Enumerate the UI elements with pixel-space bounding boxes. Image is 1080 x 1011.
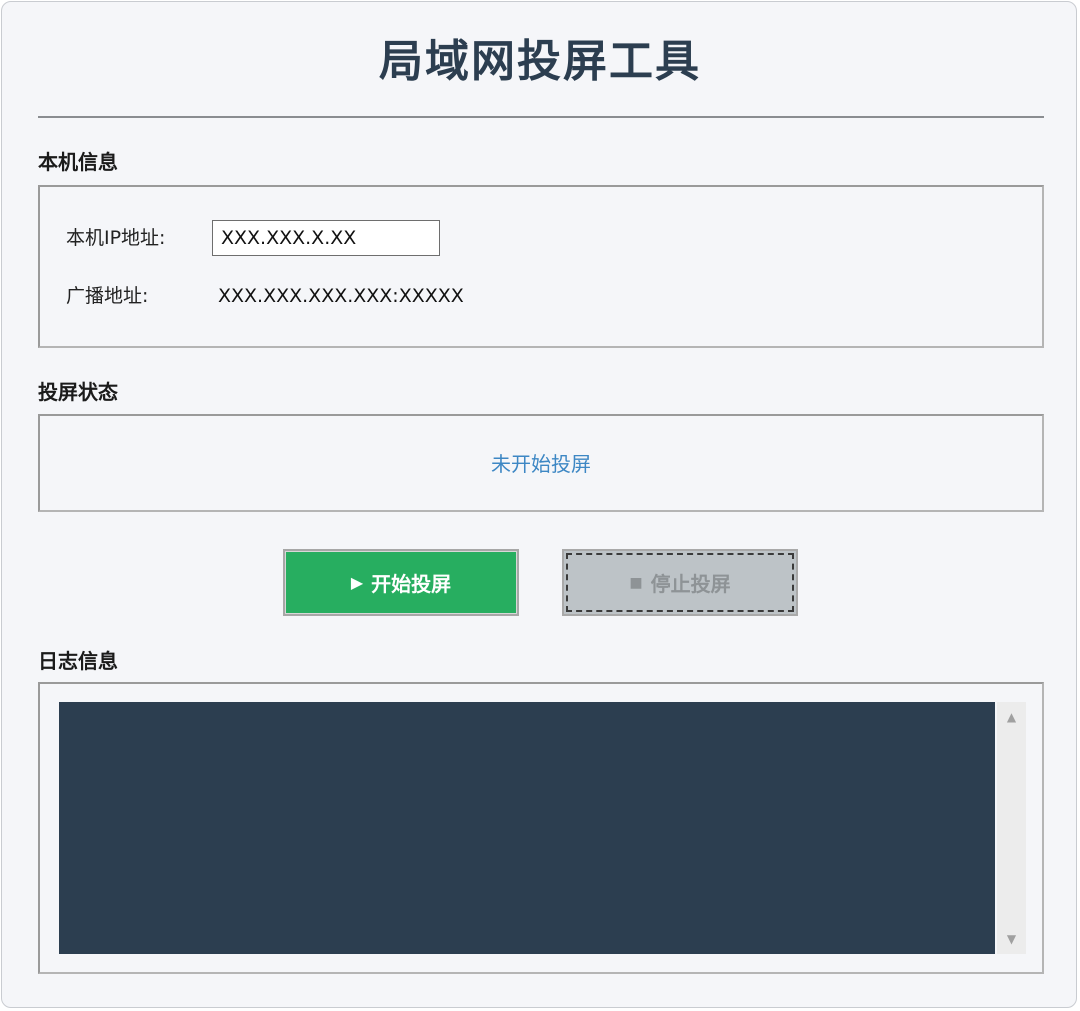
- ip-label: 本机IP地址:: [66, 227, 166, 249]
- scroll-down-arrow-icon[interactable]: ▼: [997, 928, 1026, 950]
- log-scrollbar[interactable]: ▲ ▼: [997, 702, 1026, 954]
- log-textarea[interactable]: [59, 702, 995, 954]
- broadcast-address-value: XXX.XXX.XXX.XXX:XXXXX: [218, 285, 464, 307]
- broadcast-label: 广播地址:: [66, 285, 149, 307]
- log-group: ▲ ▼: [38, 682, 1044, 974]
- start-cast-label: 开始投屏: [371, 572, 452, 596]
- scroll-up-arrow-icon[interactable]: ▲: [997, 706, 1026, 728]
- play-icon: ▶: [350, 573, 364, 592]
- cast-status-group: 未开始投屏: [38, 414, 1044, 512]
- local-info-group: 本机IP地址: 广播地址: XXX.XXX.XXX.XXX:XXXXX: [38, 185, 1044, 348]
- cast-status-label: 投屏状态: [38, 380, 118, 404]
- local-info-label: 本机信息: [38, 150, 118, 174]
- start-cast-button[interactable]: ▶ 开始投屏: [283, 549, 519, 616]
- status-text: 未开始投屏: [491, 452, 591, 476]
- stop-icon: ■: [629, 574, 643, 591]
- page-title: 局域网投屏工具: [379, 36, 701, 87]
- log-label: 日志信息: [38, 649, 118, 673]
- ip-input[interactable]: [212, 220, 440, 256]
- title-divider: [38, 116, 1044, 118]
- stop-cast-label: 停止投屏: [650, 572, 731, 596]
- stop-cast-button[interactable]: ■ 停止投屏: [562, 549, 798, 616]
- app-window: 局域网投屏工具 本机信息 本机IP地址: 广播地址: XXX.XXX.XXX.X…: [1, 1, 1077, 1008]
